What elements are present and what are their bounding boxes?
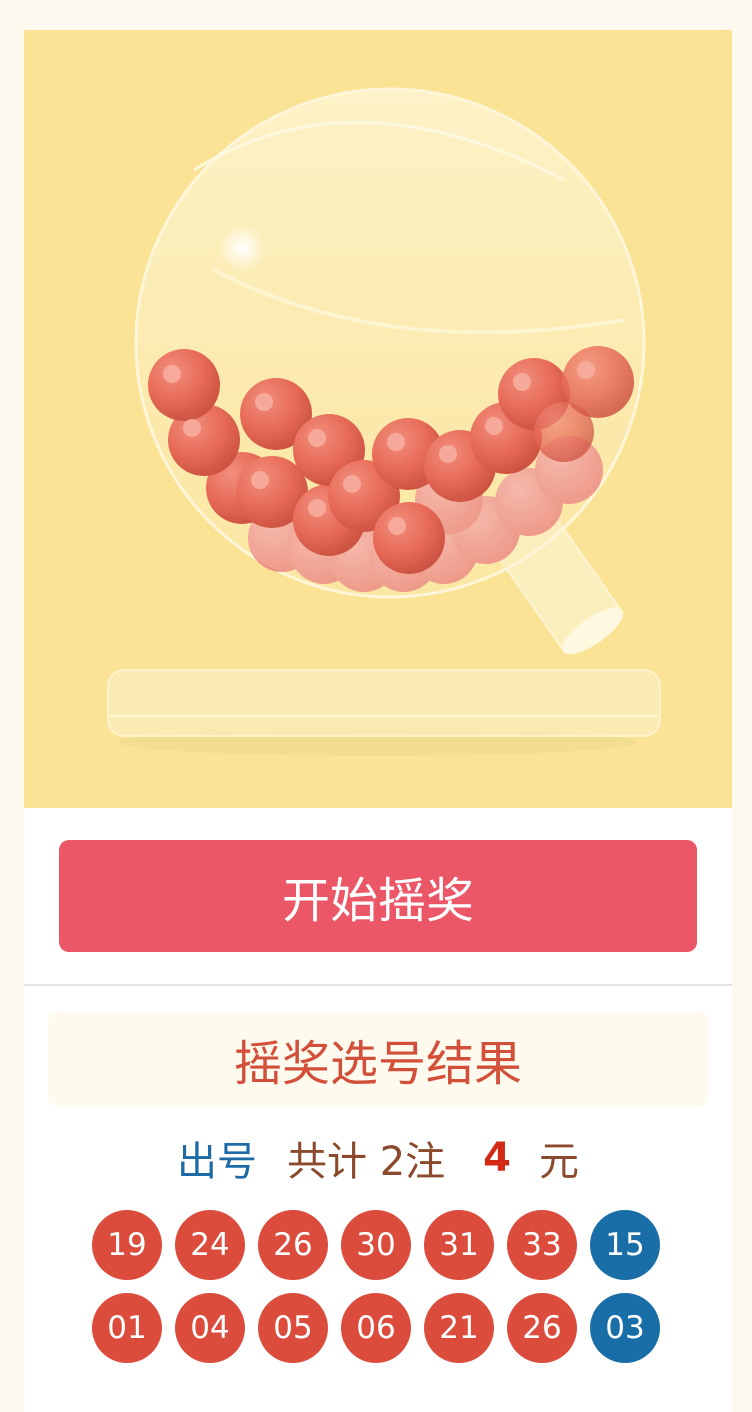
red-ball: 33 — [507, 1210, 577, 1280]
divider — [24, 984, 732, 986]
result-title: 摇奖选号结果 — [48, 1012, 708, 1106]
red-ball: 04 — [175, 1293, 245, 1363]
red-ball: 31 — [424, 1210, 494, 1280]
red-ball: 01 — [92, 1293, 162, 1363]
blue-ball: 15 — [590, 1210, 660, 1280]
lottery-drum-icon — [107, 87, 661, 756]
number-row-2: 01 04 05 06 21 26 03 — [92, 1293, 660, 1363]
result-summary: 出号 共计 2注 4 元 — [24, 1128, 732, 1188]
red-ball: 06 — [341, 1293, 411, 1363]
summary-label: 出号 — [176, 1139, 257, 1185]
lottery-stage — [24, 30, 732, 808]
red-ball: 26 — [507, 1293, 577, 1363]
summary-unit: 元 — [539, 1139, 579, 1185]
summary-count: 共计 2注 — [286, 1139, 446, 1185]
red-ball: 19 — [92, 1210, 162, 1280]
start-draw-button[interactable]: 开始摇奖 — [59, 840, 697, 952]
lottery-card: 开始摇奖 摇奖选号结果 出号 共计 2注 4 元 19 24 26 30 31 … — [24, 30, 732, 1412]
summary-amount: 4 — [483, 1135, 511, 1181]
red-ball: 26 — [258, 1210, 328, 1280]
red-ball: 05 — [258, 1293, 328, 1363]
red-ball: 21 — [424, 1293, 494, 1363]
red-ball: 30 — [341, 1210, 411, 1280]
blue-ball: 03 — [590, 1293, 660, 1363]
number-row-1: 19 24 26 30 31 33 15 — [92, 1210, 660, 1280]
red-ball: 24 — [175, 1210, 245, 1280]
